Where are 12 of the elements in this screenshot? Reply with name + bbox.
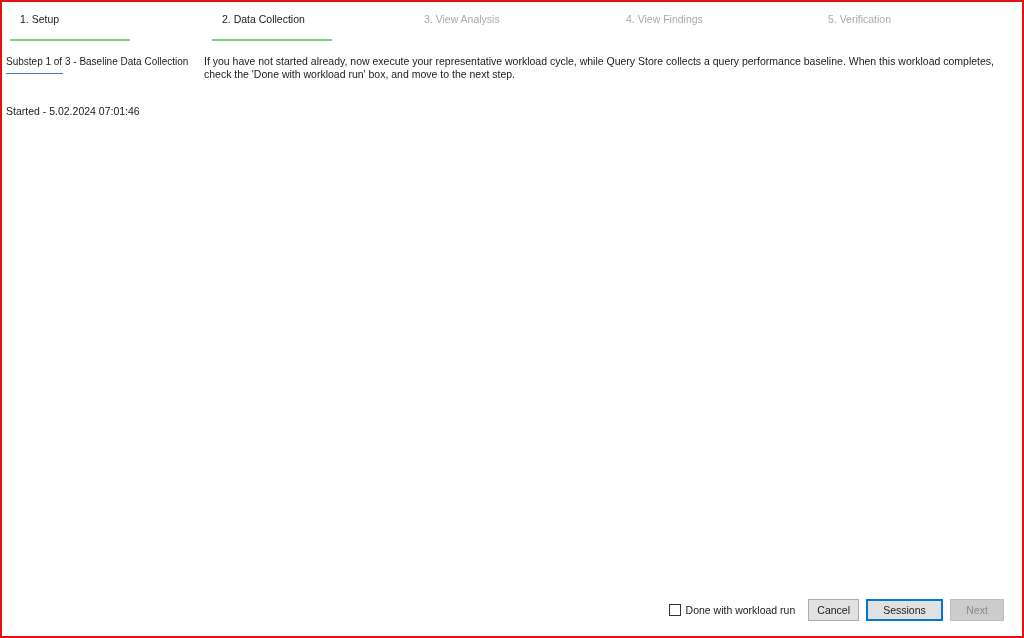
checkbox-label: Done with workload run xyxy=(685,604,796,616)
checkbox[interactable] xyxy=(668,604,681,616)
step-label: 2. Data Collection xyxy=(221,12,305,27)
step-label: 4. View Findings xyxy=(625,12,703,27)
substep-title: Substep 1 of 3 - Baseline Data Collection xyxy=(6,55,190,68)
instructions-text: If you have not started already, now execute your representative workload cycle, while Query Store collects a query performance baseline. When this workload completes, check the 'Done with workload run' box, and move to the next step. xyxy=(204,55,996,81)
sessions-button[interactable]: Sessions xyxy=(866,599,943,621)
started-timestamp: Started - 5.02.2024 07:01:46 xyxy=(6,105,140,117)
step-label: 3. View Analysis xyxy=(423,12,500,27)
step-label: 1. Setup xyxy=(19,12,60,27)
cancel-button[interactable]: Cancel xyxy=(808,599,859,621)
step-label: 5. Verification xyxy=(827,12,892,27)
